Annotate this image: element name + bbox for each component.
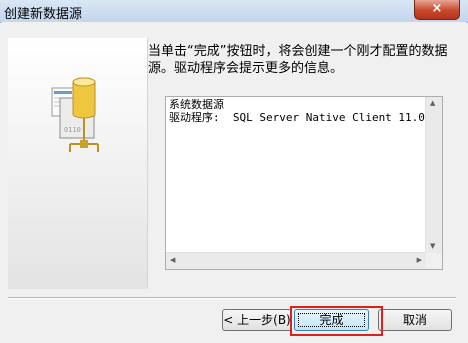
summary-textbox[interactable]: 系统数据源 驱动程序: SQL Server Native Client 11.… [165, 96, 443, 270]
scrollbar-corner [426, 253, 442, 269]
database-datasource-icon: 0110 [51, 77, 99, 152]
vertical-scrollbar[interactable]: ▲ ▼ [425, 97, 442, 253]
close-button[interactable]: × [414, 0, 460, 20]
horizontal-scrollbar[interactable]: ◀ ▶ [166, 252, 426, 269]
button-divider [8, 297, 456, 299]
scroll-up-icon[interactable]: ▲ [430, 100, 435, 107]
summary-line: 驱动程序: SQL Server Native Client 11.0 [169, 111, 425, 124]
summary-line: 系统数据源 [169, 98, 224, 111]
close-icon: × [431, 1, 443, 16]
scroll-left-icon[interactable]: ◀ [170, 257, 175, 264]
scroll-right-icon[interactable]: ▶ [417, 257, 422, 264]
svg-text:0110: 0110 [64, 126, 81, 134]
title-bar: 创建新数据源 × [0, 0, 468, 23]
summary-lines: 系统数据源 驱动程序: SQL Server Native Client 11.… [169, 98, 425, 124]
finish-button[interactable]: 完成 [294, 309, 369, 331]
scroll-down-icon[interactable]: ▼ [430, 243, 435, 250]
cancel-button[interactable]: 取消 [378, 309, 452, 331]
focus-rectangle [298, 313, 365, 327]
description-text: 当单击“完成”按钮时，将会创建一个刚才配置的数据源。驱动程序会提示更多的信息。 [148, 44, 448, 76]
back-button[interactable]: < 上一步(B) [222, 309, 292, 331]
wizard-side-panel: 0110 [8, 38, 148, 289]
window-title: 创建新数据源 [4, 7, 83, 22]
